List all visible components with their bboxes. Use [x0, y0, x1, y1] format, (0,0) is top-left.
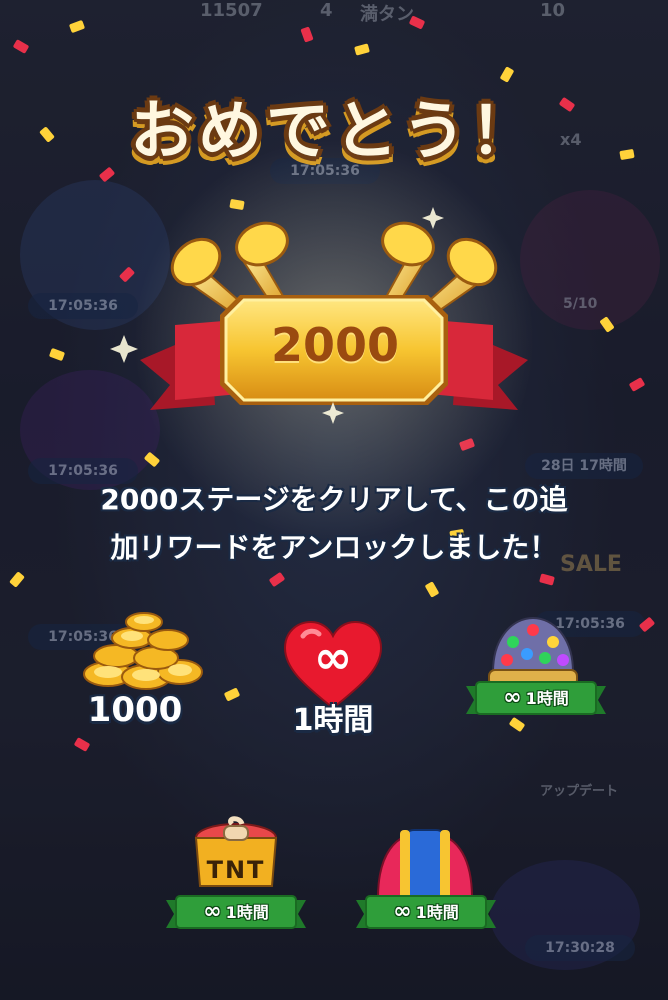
heart-infinity-symbol: ∞ — [313, 630, 353, 684]
stage-number: 2000 — [270, 318, 400, 372]
coin-reward-amount: 1000 — [87, 690, 183, 730]
coin-stack-icon — [83, 612, 203, 690]
reward-message-line: 加リワードをアンロックしました！ — [110, 531, 558, 564]
reward-message: 2000ステージをクリアして、この追 加リワードをアンロックしました！ — [24, 476, 644, 572]
rocket-reward-duration: 1時間 — [415, 903, 459, 922]
reward-message-line: 2000ステージをクリアして、この追 — [100, 483, 568, 516]
heart-reward-duration: 1時間 — [292, 703, 374, 738]
tnt-label: TNT — [206, 856, 266, 884]
tnt-reward-label: ∞ 1時間 — [176, 896, 296, 928]
disco-reward-label: ∞ 1時間 — [476, 682, 596, 714]
rocket-reward-label: ∞ 1時間 — [366, 896, 486, 928]
tnt-reward-duration: 1時間 — [225, 903, 269, 922]
infinity-icon: ∞ — [203, 899, 222, 924]
disco-reward-duration: 1時間 — [525, 689, 569, 708]
infinity-icon: ∞ — [503, 685, 522, 710]
infinity-icon: ∞ — [393, 899, 412, 924]
